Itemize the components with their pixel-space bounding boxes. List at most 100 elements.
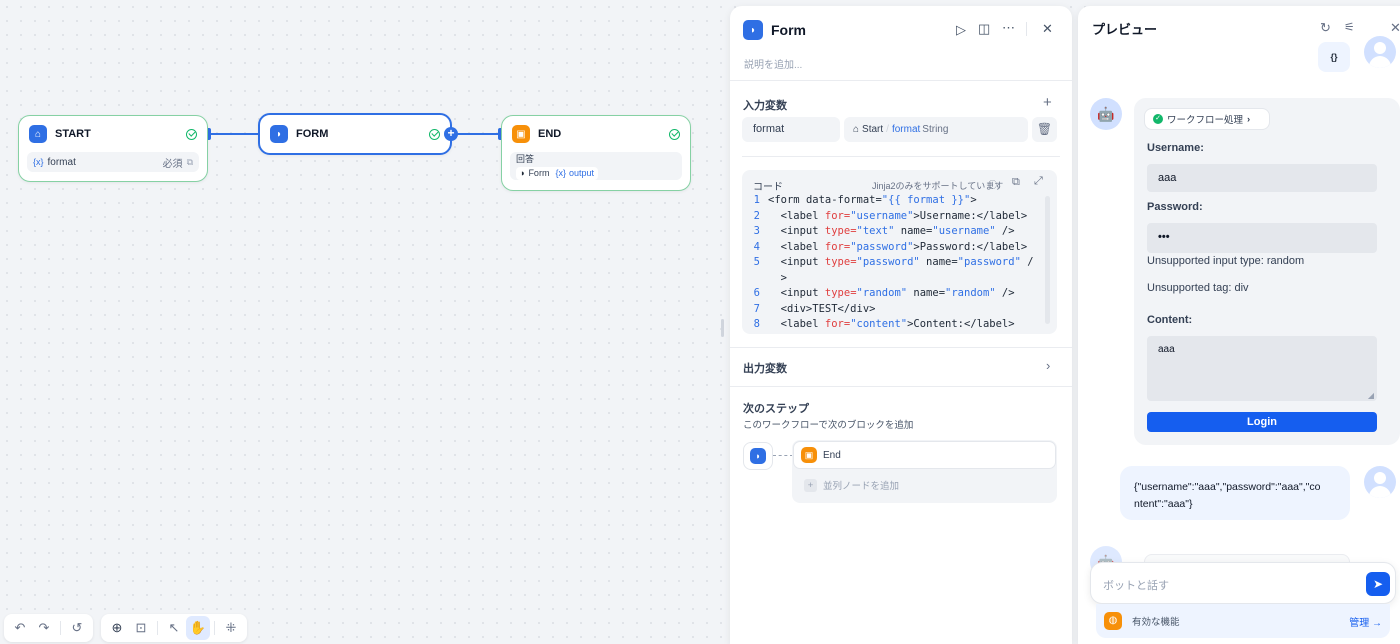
add-note-button[interactable]: ⊡ — [129, 616, 153, 640]
line-number: 8 — [753, 318, 760, 330]
code-content[interactable]: 1 <form data-format="{{ format }}"> 2 <lab… — [742, 194, 1042, 334]
panel-resize-handle[interactable] — [721, 319, 724, 337]
chat-input[interactable]: ボットと話す — [1103, 577, 1169, 593]
delete-variable-button[interactable]: 🗑 — [1032, 117, 1057, 142]
add-node-button[interactable]: ⊕ — [105, 616, 129, 640]
start-node-title: START — [55, 128, 91, 140]
variable-icon: {x} — [555, 168, 566, 178]
variable-name-field[interactable]: format — [742, 117, 840, 142]
code-token: for= — [824, 209, 851, 222]
end-node-title: END — [538, 128, 562, 140]
code-token: name= — [907, 287, 946, 299]
pointer-mode-button[interactable]: ↖ — [162, 616, 186, 640]
close-icon[interactable]: ✕ — [1390, 20, 1400, 36]
form-node[interactable]: ◗ FORM — [258, 113, 452, 155]
variable-reference-field[interactable]: ⌂ Start / format String — [844, 117, 1028, 142]
hand-mode-button[interactable]: ✋ — [186, 616, 210, 640]
check-circle-icon — [669, 128, 680, 140]
features-label: 有効な機能 — [1132, 617, 1180, 628]
content-textarea[interactable]: aaa ◢ — [1147, 336, 1377, 401]
line-number: 1 — [753, 194, 760, 206]
code-token: <label — [768, 209, 825, 222]
password-input[interactable]: ••• — [1147, 223, 1377, 253]
more-icon[interactable]: ⋯ — [1002, 20, 1015, 36]
manage-link[interactable]: 管理 → — [1349, 614, 1382, 629]
code-label: コード — [753, 182, 783, 193]
code-line: 2 <label for="username">Username:</label… — [742, 210, 1042, 226]
chat-input-box[interactable]: ボットと話す ➤ — [1090, 562, 1396, 604]
form-small-icon: ◗ — [520, 168, 526, 178]
prev-message-code-icon: {} — [1318, 42, 1350, 72]
code-line: 4 <label for="password">Password:</label… — [742, 241, 1042, 257]
undo-button[interactable]: ↶ — [8, 616, 32, 640]
variables-toggle-icon[interactable]: ⚟ — [1344, 20, 1355, 34]
form-node-title: FORM — [296, 128, 329, 140]
features-bar: ◍ 有効な機能 管理 → — [1096, 604, 1390, 638]
code-token: "random" — [856, 287, 908, 299]
send-button[interactable]: ➤ — [1366, 572, 1390, 596]
user-avatar — [1364, 36, 1396, 68]
code-token: type= — [824, 225, 857, 237]
code-token: > — [768, 271, 787, 284]
code-line: 1 <form data-format="{{ format }}"> — [742, 194, 1042, 210]
organize-layout-button[interactable]: ⁜ — [219, 616, 243, 640]
code-line: > — [742, 272, 1042, 288]
add-variable-icon[interactable]: + — [1043, 94, 1052, 111]
code-token: "password" — [856, 256, 920, 268]
add-parallel-node-button[interactable]: + 並列ノードを追加 — [792, 470, 1057, 500]
node-settings-panel: ◗ Form ▷ ◫ ⋯ ✕ 説明を追加... 入力変数 + format ⌂ … — [730, 6, 1072, 644]
username-input[interactable]: aaa — [1147, 164, 1377, 192]
code-token: <label — [768, 318, 825, 330]
start-node[interactable]: ⌂ START {x} format 必須 ⧉ — [18, 115, 208, 182]
code-token: "username" — [932, 225, 996, 237]
check-circle-icon — [186, 128, 197, 140]
end-icon: ▣ — [512, 125, 530, 143]
answer-reference: ◗ Form {x} output — [516, 166, 598, 180]
code-token: /> — [995, 225, 1015, 237]
run-icon[interactable]: ▷ — [956, 22, 966, 38]
check-circle-icon: ✓ — [1153, 114, 1163, 124]
code-token: "username" — [850, 209, 914, 222]
chevron-right-icon[interactable]: › — [1046, 358, 1050, 373]
code-token: >Password:</label> — [913, 240, 1028, 253]
answer-source-node: Form — [528, 168, 550, 178]
restart-icon[interactable]: ↻ — [1320, 20, 1331, 36]
description-input[interactable]: 説明を追加... — [744, 56, 802, 71]
chevron-right-icon: › — [1247, 113, 1251, 125]
expand-icon[interactable]: ⤢ — [1034, 175, 1043, 188]
tools-toolbar: ⊕ ⊡ ↖ ✋ ⁜ — [101, 614, 247, 642]
code-line: 8 <label for="content">Content:</label> — [742, 318, 1042, 334]
workflow-process-badge[interactable]: ✓ ワークフロー処理 › — [1144, 108, 1270, 130]
line-number: 4 — [753, 240, 760, 253]
preview-panel: プレビュー ↻ ⚟ ✕ {} 🤖 ✓ ワークフロー処理 › Username: … — [1078, 6, 1400, 644]
panel-title: Form — [771, 22, 806, 38]
login-button[interactable]: Login — [1147, 412, 1377, 432]
start-variable-name: format — [47, 156, 76, 168]
answer-source-var: output — [568, 168, 594, 178]
code-editor[interactable]: コード Jinja2のみをサポートしています ⓘ ⧉ ⤢ 1 <form data… — [742, 170, 1057, 334]
code-token: <input — [768, 256, 825, 268]
copy-icon[interactable]: ⧉ — [1012, 176, 1020, 189]
end-icon: ▣ — [801, 447, 817, 463]
next-node-label: End — [823, 449, 841, 461]
end-node[interactable]: ▣ END 回答 ◗ Form {x} output — [501, 115, 691, 191]
plus-icon: + — [804, 478, 817, 492]
code-token: "{{ format }}" — [881, 194, 971, 206]
redo-button[interactable]: ↷ — [32, 616, 56, 640]
code-token: <input — [768, 225, 825, 237]
output-vars-title[interactable]: 出力変数 — [743, 360, 787, 376]
code-scrollbar[interactable] — [1045, 196, 1050, 324]
check-circle-icon — [429, 128, 440, 140]
close-icon[interactable]: ✕ — [1042, 21, 1053, 37]
form-icon: ◗ — [270, 125, 288, 143]
code-token: <div>TEST</div> — [768, 302, 876, 315]
code-token: <form — [768, 194, 806, 206]
split-view-icon[interactable]: ◫ — [978, 21, 990, 37]
code-line: 5 <input type="password" name="password"… — [742, 256, 1042, 272]
code-token: <input — [768, 287, 825, 299]
add-node-handle[interactable]: + — [444, 127, 458, 141]
next-node-end[interactable]: ▣ End — [793, 441, 1056, 469]
code-token: "content" — [850, 318, 908, 330]
unsupported-tag-text: Unsupported tag: div — [1147, 282, 1249, 294]
history-button[interactable]: ↺ — [65, 616, 89, 640]
